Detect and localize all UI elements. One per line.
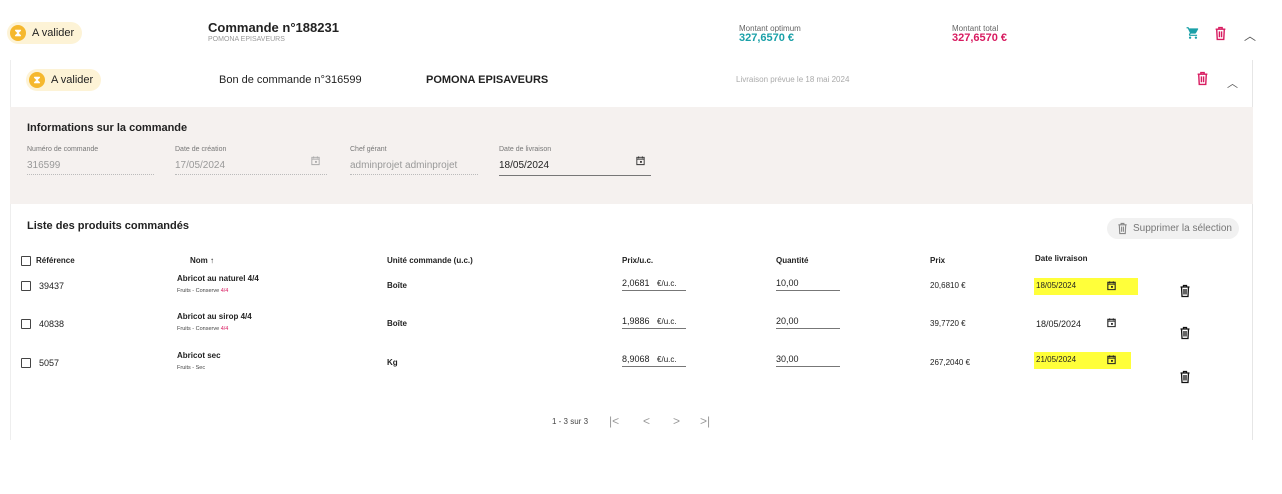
manager-value: adminprojet adminprojet: [350, 160, 458, 171]
select-all-checkbox[interactable]: [21, 256, 31, 266]
delivery-date-input[interactable]: 18/05/2024: [499, 160, 549, 171]
purchase-status-label: A valider: [51, 74, 94, 86]
delete-selection-label: Supprimer la sélection: [1133, 223, 1232, 234]
col-delivery-date[interactable]: Date livraison: [1035, 254, 1087, 263]
order-number-value: 316599: [27, 160, 61, 171]
calendar-icon[interactable]: [1106, 280, 1117, 291]
hourglass-icon: ⧗: [29, 72, 45, 88]
row-checkbox[interactable]: [21, 281, 31, 291]
col-price[interactable]: Prix: [930, 256, 945, 265]
row-reference: 39437: [39, 281, 65, 291]
row-checkbox[interactable]: [21, 319, 31, 329]
collapse-purchase-chevron-up-icon[interactable]: ︿: [1227, 75, 1238, 91]
row-name: Abricot au naturel 4/4: [177, 274, 259, 283]
calendar-icon[interactable]: [635, 155, 646, 166]
optimum-value: 327,6570 €: [739, 32, 795, 44]
next-page-icon[interactable]: >: [673, 414, 680, 428]
row-category: Fruits - Conserve 4/4: [177, 326, 229, 332]
row-category: Fruits - Sec: [177, 365, 206, 371]
creation-date-value: 17/05/2024: [175, 160, 226, 171]
delivery-planned: Livraison prévue le 18 mai 2024: [736, 75, 850, 84]
col-quantity[interactable]: Quantité: [776, 256, 808, 265]
row-price-unit-input[interactable]: 1,9886 €/u.c.: [622, 316, 677, 326]
row-unit: Kg: [387, 358, 398, 367]
cart-icon[interactable]: [1186, 26, 1200, 40]
creation-date-label: Date de création: [175, 146, 227, 153]
manager-label: Chef gérant: [350, 146, 387, 153]
order-supplier: POMONA EPISAVEURS: [208, 36, 285, 43]
order-status-badge: ⧗ A valider: [7, 22, 83, 44]
order-number-label: Numéro de commande: [27, 146, 99, 153]
info-heading: Informations sur la commande: [27, 122, 188, 134]
col-price-unit[interactable]: Prix/u.c.: [622, 256, 653, 265]
row-unit: Boîte: [387, 281, 407, 290]
row-quantity-input[interactable]: 30,00: [776, 354, 799, 364]
row-price: 39,7720 €: [930, 319, 966, 328]
trash-icon[interactable]: [1179, 326, 1191, 340]
order-info-section: [10, 107, 1253, 204]
purchase-supplier: POMONA EPISAVEURS: [426, 74, 549, 86]
row-name: Abricot au sirop 4/4: [177, 312, 252, 321]
row-price-unit-input[interactable]: 8,9068 €/u.c.: [622, 354, 677, 364]
col-reference[interactable]: Référence: [36, 256, 75, 265]
trash-icon: [1118, 222, 1127, 235]
products-heading: Liste des produits commandés: [27, 220, 189, 232]
row-quantity-input[interactable]: 20,00: [776, 316, 799, 326]
calendar-icon[interactable]: [1106, 354, 1117, 365]
trash-icon[interactable]: [1179, 370, 1191, 384]
col-name[interactable]: Nom ↑: [190, 256, 214, 265]
purchase-title: Bon de commande n°316599: [219, 74, 362, 86]
total-value: 327,6570 €: [952, 32, 1008, 44]
row-price: 20,6810 €: [930, 281, 966, 290]
first-page-icon[interactable]: |<: [609, 414, 619, 428]
delete-selection-button[interactable]: Supprimer la sélection: [1107, 218, 1239, 239]
col-unit[interactable]: Unité commande (u.c.): [387, 256, 473, 265]
prev-page-icon[interactable]: <: [643, 414, 650, 428]
trash-icon[interactable]: [1179, 284, 1191, 298]
row-price-unit-input[interactable]: 2,0681 €/u.c.: [622, 278, 677, 288]
row-reference: 40838: [39, 319, 65, 329]
purchase-status-badge: ⧗ A valider: [26, 69, 102, 91]
row-quantity-input[interactable]: 10,00: [776, 278, 799, 288]
row-name: Abricot sec: [177, 351, 221, 360]
pagination-range: 1 - 3 sur 3: [552, 417, 589, 426]
row-delivery-date-input[interactable]: 21/05/2024: [1036, 355, 1076, 364]
order-title: Commande n°188231: [208, 20, 339, 35]
trash-icon[interactable]: [1196, 71, 1209, 86]
row-category: Fruits - Conserve 4/4: [177, 288, 229, 294]
calendar-icon: [311, 156, 320, 166]
trash-icon[interactable]: [1214, 26, 1227, 41]
collapse-order-chevron-up-icon[interactable]: ︿: [1244, 27, 1256, 44]
row-delivery-date-input[interactable]: 18/05/2024: [1036, 319, 1081, 329]
order-status-label: A valider: [32, 27, 75, 39]
row-checkbox[interactable]: [21, 358, 31, 368]
row-delivery-date-input[interactable]: 18/05/2024: [1036, 281, 1076, 290]
delivery-date-label: Date de livraison: [499, 146, 552, 153]
row-unit: Boîte: [387, 319, 407, 328]
last-page-icon[interactable]: >|: [700, 414, 710, 428]
row-reference: 5057: [39, 358, 60, 368]
calendar-icon[interactable]: [1106, 317, 1117, 328]
hourglass-icon: ⧗: [10, 25, 26, 41]
row-price: 267,2040 €: [930, 358, 971, 367]
